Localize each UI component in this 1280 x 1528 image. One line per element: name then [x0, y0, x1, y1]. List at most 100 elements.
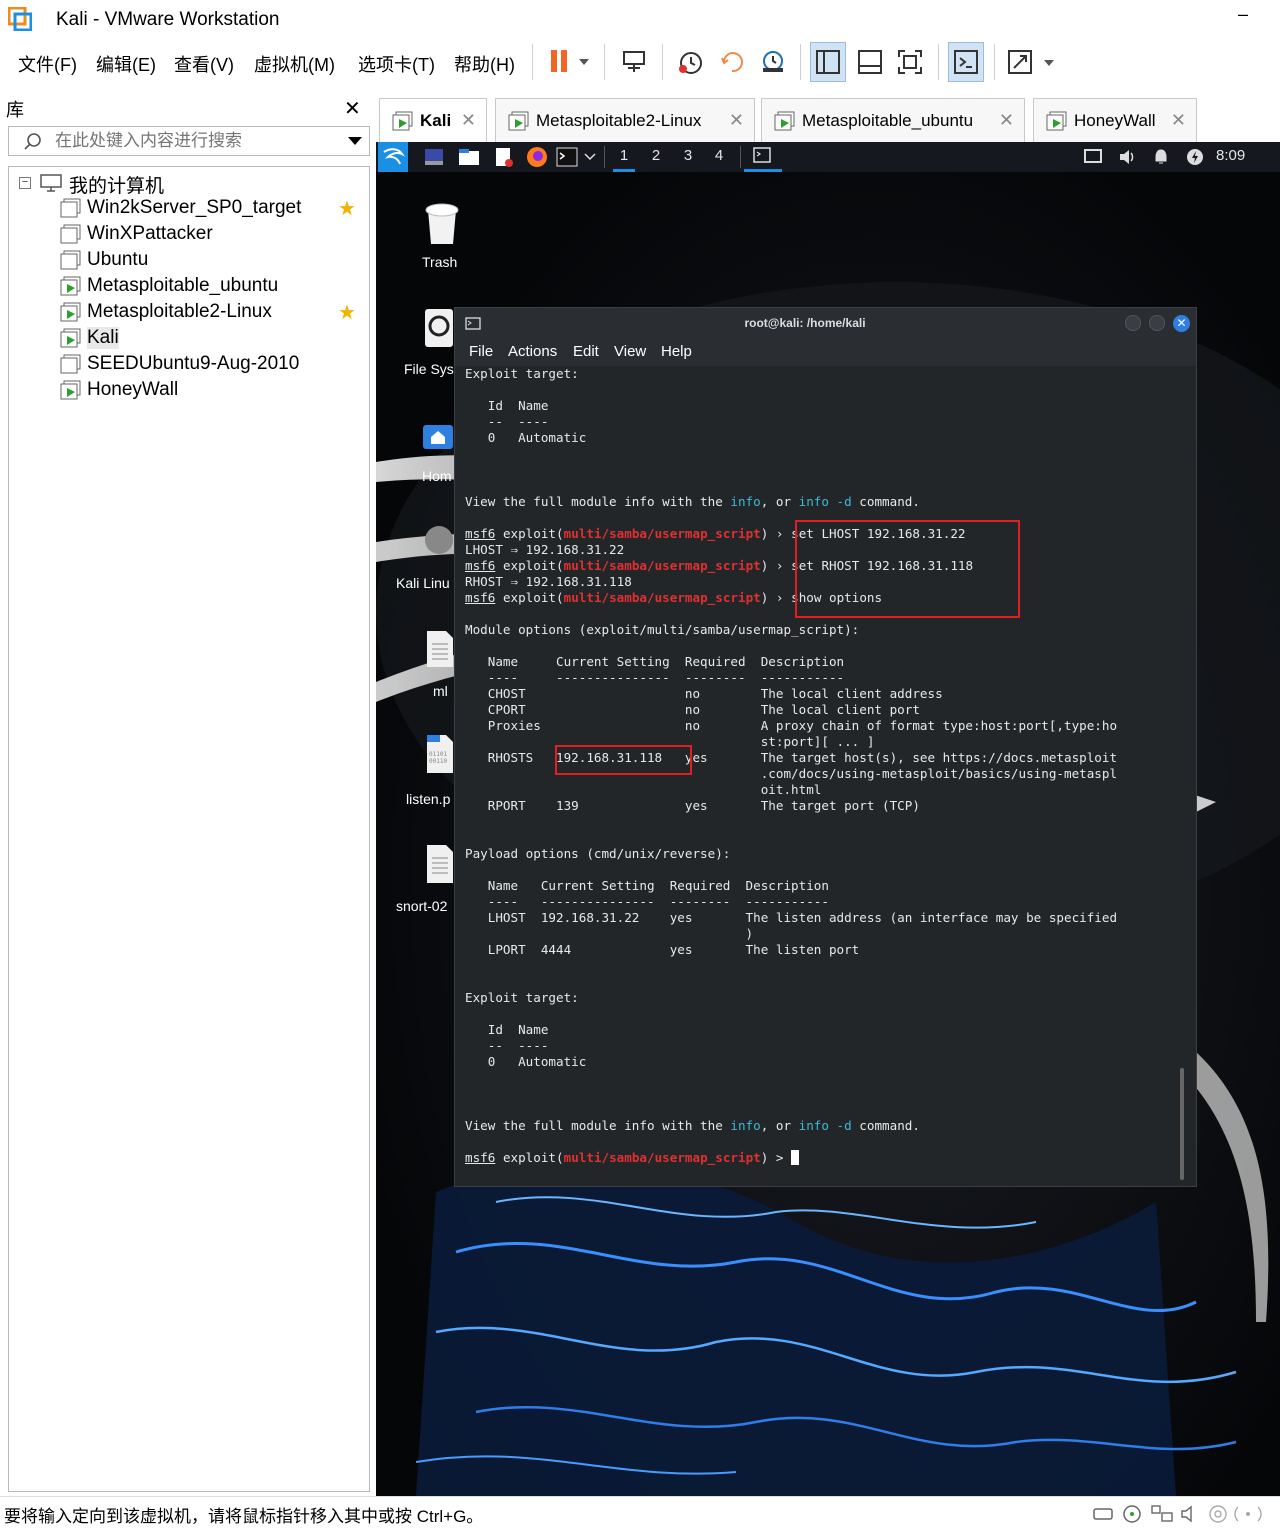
tab-metasploitable-ubuntu[interactable]: Metasploitable_ubuntu ✕ — [761, 98, 1025, 142]
terminal-title-bar[interactable]: root@kali: /home/kali ✕ — [455, 308, 1196, 338]
terminal-output[interactable]: Exploit target: Id Name -- ---- 0 Automa… — [465, 366, 1187, 1184]
terminal-launcher-icon[interactable] — [556, 147, 578, 167]
desktop-label-filesystem[interactable]: File Sys — [404, 361, 454, 377]
taskbar-terminal-window[interactable] — [744, 142, 782, 172]
snapshot-button[interactable] — [672, 42, 708, 82]
tree-item-label: Metasploitable_ubuntu — [87, 275, 279, 296]
show-library-button[interactable] — [810, 42, 846, 82]
stretch-guest-button[interactable] — [1004, 42, 1060, 82]
workspace-1[interactable]: 1 — [613, 147, 635, 172]
thumbnail-pane-icon — [858, 50, 882, 74]
menu-edit[interactable]: 编辑(E) — [96, 51, 156, 77]
snapshot-manager-button[interactable] — [754, 42, 790, 82]
close-tab-icon[interactable]: ✕ — [729, 110, 744, 131]
tab-honeywall[interactable]: HoneyWall ✕ — [1033, 98, 1197, 142]
title-bar: Kali - VMware Workstation – — [0, 0, 1280, 38]
terminal-line: -- ---- — [465, 414, 549, 429]
revert-snapshot-button[interactable] — [714, 42, 750, 82]
favorite-star-icon[interactable]: ★ — [338, 196, 356, 221]
chevron-down-icon[interactable] — [584, 152, 596, 162]
library-search-input[interactable] — [55, 130, 335, 152]
terminal-menu-file[interactable]: File — [469, 343, 493, 360]
terminal-menu-edit[interactable]: Edit — [573, 343, 599, 360]
desktop-label-ml[interactable]: ml — [433, 683, 448, 699]
binary-file-icon[interactable]: 0110100110 — [426, 734, 454, 774]
minimize-button[interactable]: – — [1228, 4, 1258, 32]
filesystem-icon[interactable] — [424, 308, 454, 350]
terminal-menu-view[interactable]: View — [614, 343, 646, 360]
search-icon — [24, 133, 41, 150]
tree-item-ubuntu[interactable]: Ubuntu — [60, 247, 148, 273]
terminal-line: Name Current Setting Required Descriptio… — [465, 878, 829, 893]
text-file-icon[interactable] — [426, 844, 454, 884]
text-file-icon[interactable] — [426, 630, 454, 668]
menu-file[interactable]: 文件(F) — [18, 51, 77, 77]
vm-tab-bar: Kali ✕ Metasploitable2-Linux ✕ Metasploi… — [375, 88, 1280, 142]
full-screen-button[interactable] — [892, 42, 928, 82]
file-manager-icon[interactable] — [458, 148, 480, 166]
terminal-line: Proxies no A proxy chain of format type:… — [465, 718, 1118, 733]
desktop-label-listen[interactable]: listen.p — [406, 791, 450, 807]
firefox-icon[interactable] — [526, 146, 548, 168]
chevron-down-icon[interactable] — [347, 136, 363, 146]
close-window-icon[interactable]: ✕ — [1173, 315, 1190, 332]
terminal-window-icon — [753, 147, 771, 163]
close-tab-icon[interactable]: ✕ — [999, 110, 1014, 131]
desktop-label-trash[interactable]: Trash — [422, 254, 457, 270]
library-search[interactable] — [8, 126, 370, 156]
library-close-icon[interactable]: ✕ — [344, 96, 361, 121]
console-view-button[interactable] — [948, 42, 984, 82]
tree-item-winxpattacker[interactable]: WinXPattacker — [60, 221, 213, 247]
guest-top-panel: 1 2 3 4 8:09 — [376, 142, 1280, 172]
tree-item-kali[interactable]: Kali — [60, 325, 119, 351]
tree-item-label: Win2kServer_SP0_target — [87, 197, 302, 218]
panel-clock[interactable]: 8:09 — [1216, 147, 1245, 164]
trash-icon[interactable] — [422, 200, 462, 246]
kali-menu-icon[interactable] — [378, 142, 408, 172]
tree-item-win2kserver[interactable]: Win2kServer_SP0_target — [60, 195, 301, 221]
power-icon[interactable] — [1186, 148, 1204, 166]
workspace-4[interactable]: 4 — [708, 147, 730, 164]
desktop-label-snort[interactable]: snort-02 — [396, 898, 447, 914]
display-icon[interactable] — [1084, 149, 1102, 165]
maximize-window-icon[interactable] — [1149, 315, 1165, 331]
terminal-menu-actions[interactable]: Actions — [508, 343, 557, 360]
tree-item-honeywall[interactable]: HoneyWall — [60, 377, 178, 403]
notification-bell-icon[interactable] — [1152, 148, 1170, 166]
workspace-3[interactable]: 3 — [677, 147, 699, 164]
desktop-show-icon[interactable] — [424, 148, 444, 166]
my-computer-label[interactable]: 我的计算机 — [69, 171, 164, 198]
snapshot-clock-icon — [679, 52, 702, 74]
tree-item-label: SEEDUbuntu9-Aug-2010 — [87, 353, 300, 374]
device-status-icons[interactable] — [1092, 1503, 1276, 1525]
pause-button[interactable] — [540, 42, 596, 82]
tab-metasploitable2-linux[interactable]: Metasploitable2-Linux ✕ — [495, 98, 755, 142]
favorite-star-icon[interactable]: ★ — [338, 300, 356, 325]
menu-tabs[interactable]: 选项卡(T) — [358, 51, 435, 77]
tree-item-metasploitable2-linux[interactable]: Metasploitable2-Linux — [60, 299, 272, 325]
menu-bar: 文件(F) 编辑(E) 查看(V) 虚拟机(M) 选项卡(T) 帮助(H) — [0, 38, 1280, 88]
menu-view[interactable]: 查看(V) — [174, 51, 234, 77]
tab-kali[interactable]: Kali ✕ — [379, 98, 487, 142]
workspace-2[interactable]: 2 — [645, 147, 667, 164]
menu-vm[interactable]: 虚拟机(M) — [254, 51, 335, 77]
minimize-window-icon[interactable] — [1125, 315, 1141, 331]
menu-help[interactable]: 帮助(H) — [454, 51, 515, 77]
thumbnail-bar-button[interactable] — [852, 42, 888, 82]
home-folder-icon[interactable] — [422, 420, 454, 452]
volume-icon[interactable] — [1118, 148, 1136, 166]
close-tab-icon[interactable]: ✕ — [461, 110, 476, 131]
desktop-label-kali-linux[interactable]: Kali Linu — [396, 575, 450, 591]
desktop-label-home[interactable]: Hom — [422, 468, 452, 484]
text-editor-icon[interactable] — [494, 147, 514, 167]
kali-linux-icon[interactable] — [424, 522, 454, 560]
send-ctrl-alt-del-button[interactable] — [616, 42, 652, 82]
tree-item-seedubuntu[interactable]: SEEDUbuntu9-Aug-2010 — [60, 351, 299, 377]
terminal-menu-help[interactable]: Help — [661, 343, 692, 360]
tree-item-metasploitable-ubuntu[interactable]: Metasploitable_ubuntu — [60, 273, 278, 299]
collapse-toggle-icon[interactable]: − — [19, 177, 31, 189]
terminal-line: CHOST no The local client address — [465, 686, 943, 701]
terminal-window[interactable]: root@kali: /home/kali ✕ File Actions Edi… — [454, 307, 1197, 1187]
close-tab-icon[interactable]: ✕ — [1171, 110, 1186, 131]
terminal-line: Id Name — [465, 1022, 549, 1037]
